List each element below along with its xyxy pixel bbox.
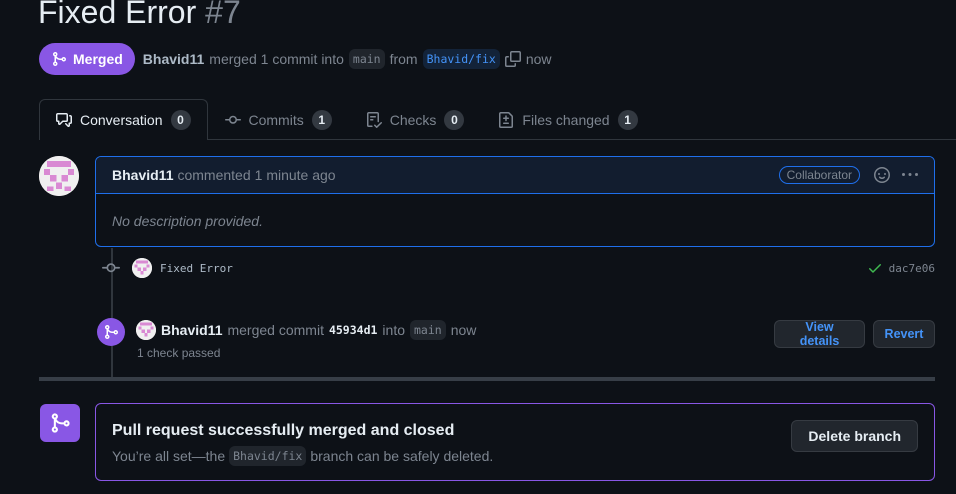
tab-files-changed[interactable]: Files changed 1	[481, 99, 654, 139]
copy-icon[interactable]	[504, 51, 521, 67]
comment-action: commented	[177, 167, 251, 183]
merge-summary: Bhavid11 merged 1 commit into main from …	[143, 49, 552, 69]
state-label: Merged	[73, 51, 123, 67]
commit-message[interactable]: Fixed Error	[160, 262, 233, 275]
comment-discussion-icon	[56, 113, 72, 127]
kebab-horizontal-icon[interactable]	[902, 167, 918, 183]
tab-commits[interactable]: Commits 1	[208, 99, 349, 139]
tab-label: Conversation	[80, 112, 163, 128]
smiley-icon[interactable]	[874, 167, 890, 183]
tab-label: Files changed	[522, 111, 610, 128]
commit-sha[interactable]: dac7e06	[889, 262, 935, 275]
commit-row: Fixed Error dac7e06	[102, 256, 935, 280]
state-badge: Merged	[39, 43, 135, 75]
merge-status-box: Pull request successfully merged and clo…	[95, 403, 935, 481]
view-details-button[interactable]: View details	[774, 320, 865, 348]
git-commit-icon	[224, 115, 241, 124]
from-text: from	[389, 51, 418, 67]
collaborator-badge: Collaborator	[778, 166, 860, 184]
tab-count: 1	[617, 109, 638, 130]
merged-text: merged 1 commit into	[209, 51, 344, 67]
identicon	[136, 320, 156, 340]
author-link[interactable]: Bhavid11	[143, 51, 204, 67]
avatar[interactable]	[132, 258, 152, 278]
comment-header: Bhavid11 commented 1 minute ago Collabor…	[96, 157, 934, 194]
into-text: into	[382, 322, 405, 338]
tab-label: Checks	[389, 111, 437, 128]
deletable-branch[interactable]: Bhavid/fix	[229, 446, 307, 466]
identicon	[39, 156, 79, 196]
git-merge-icon	[51, 413, 70, 433]
merge-branch[interactable]: main	[410, 320, 446, 340]
check-icon[interactable]	[867, 260, 883, 276]
merge-box-badge	[40, 404, 80, 442]
head-branch[interactable]: Bhavid/fix	[422, 49, 500, 69]
page-title: Fixed Error #7	[38, 0, 241, 31]
pr-title: Fixed Error	[38, 0, 197, 30]
merge-author[interactable]: Bhavid11	[161, 322, 222, 338]
comment-body: No description provided.	[112, 213, 263, 229]
checks-passed[interactable]: 1 check passed	[137, 346, 220, 360]
pull-request-page: Fixed Error #7 Merged Bhavid11 merged 1 …	[0, 0, 956, 494]
pr-number: #7	[205, 0, 241, 30]
tab-conversation[interactable]: Conversation 0	[39, 99, 208, 140]
tab-count: 1	[311, 109, 332, 130]
avatar[interactable]	[136, 320, 156, 340]
comment-box: Bhavid11 commented 1 minute ago Collabor…	[95, 156, 935, 247]
tab-checks[interactable]: Checks 0	[349, 99, 482, 139]
merge-time[interactable]: now	[451, 322, 477, 338]
merged-time: now	[525, 51, 552, 67]
checklist-icon	[366, 111, 382, 128]
merge-status-heading: Pull request successfully merged and clo…	[112, 422, 455, 439]
identicon	[132, 258, 152, 278]
git-merge-icon	[53, 52, 67, 66]
pr-tabs: Conversation 0 Commits 1 Checks 0 Files …	[39, 99, 956, 140]
git-commit-icon	[102, 263, 120, 273]
base-branch[interactable]: main	[348, 49, 385, 69]
comment-author[interactable]: Bhavid11	[112, 167, 173, 183]
merge-event: Bhavid11 merged commit 45934d1 into main…	[136, 320, 476, 340]
sub-prefix: You’re all set—the	[112, 448, 226, 464]
merge-status-subtext: You’re all set—the Bhavid/fix branch can…	[112, 446, 493, 466]
timeline-divider	[39, 377, 935, 381]
comment-time[interactable]: 1 minute ago	[255, 167, 336, 183]
tab-count: 0	[170, 110, 191, 130]
git-merge-icon	[105, 325, 119, 339]
tab-count: 0	[444, 109, 465, 130]
revert-button[interactable]: Revert	[873, 320, 935, 348]
merge-event-badge	[97, 318, 125, 346]
tab-label: Commits	[248, 111, 304, 128]
delete-branch-button[interactable]: Delete branch	[791, 420, 918, 452]
avatar[interactable]	[39, 156, 79, 196]
sub-suffix: branch can be safely deleted.	[310, 448, 494, 464]
merge-action: merged commit	[227, 322, 324, 338]
file-diff-icon	[499, 111, 514, 128]
merge-sha[interactable]: 45934d1	[329, 323, 377, 337]
pr-meta: Merged Bhavid11 merged 1 commit into mai…	[39, 43, 552, 75]
